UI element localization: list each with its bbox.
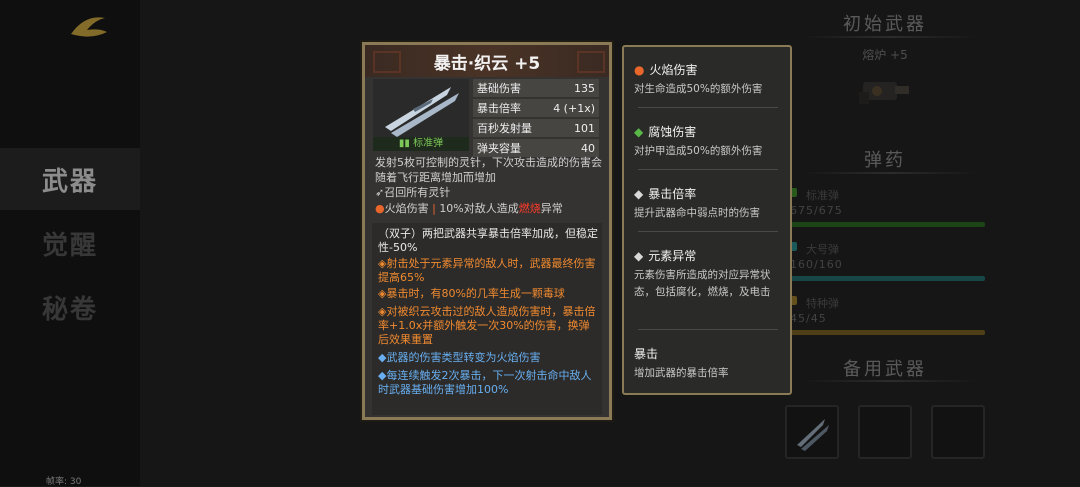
keyword-elemental-status: ◆ 元素异常 元素伤害所造成的对应异常状态，包括腐化，燃烧，及电击 — [634, 247, 784, 301]
keyword-fire-damage: ● 火焰伤害 对生命造成50%的额外伤害 — [634, 61, 784, 98]
ammo-type-tag: ▮▮ 标准弹 — [373, 137, 469, 151]
ammo-type-icon: ▮▮ — [398, 138, 414, 149]
diamond-icon: ◆ — [634, 248, 644, 263]
stat-value: 40 — [581, 141, 595, 155]
stat-label: 百秒发射量 — [477, 122, 532, 135]
keyword-text: 对生命造成50%的额外伤害 — [634, 83, 763, 95]
keyword-tooltip: ● 火焰伤害 对生命造成50%的额外伤害 ◆ 腐蚀伤害 对护甲造成50%的额外伤害 … — [622, 45, 792, 395]
recall-icon: ➶ — [375, 186, 385, 199]
fire-effect-text: 10%对敌人造成 — [439, 202, 519, 215]
fire-effect-suffix: 异常 — [540, 202, 563, 215]
effect-item: ◈暴击时，有80%的几率生成一颗毒球 — [378, 287, 565, 300]
keyword-name: 腐蚀伤害 — [648, 125, 697, 139]
keyword-corrosion-damage: ◆ 腐蚀伤害 对护甲造成50%的额外伤害 — [634, 123, 784, 160]
stat-label: 暴击倍率 — [477, 102, 521, 115]
stat-row: 基础伤害 135 — [473, 79, 599, 97]
weapon-description: 发射5枚可控制的灵针，下次攻击造成的伤害会随着飞行距离增加而增加 — [375, 156, 602, 184]
effects-list: （双子）两把武器共享暴击倍率加成，但稳定性-50% ◈射击处于元素异常的敌人时，… — [372, 223, 602, 415]
ammo-type-label: 标准弹 — [413, 138, 444, 149]
keyword-text: 提升武器命中弱点时的伤害 — [634, 207, 760, 219]
stat-row: 百秒发射量 101 — [473, 119, 599, 137]
diamond-icon: ◆ — [634, 186, 644, 201]
effect-item: ◈射击处于元素异常的敌人时，武器最终伤害提高65% — [378, 257, 596, 284]
divider — [638, 107, 778, 108]
divider — [638, 231, 778, 232]
weapon-stats: 基础伤害 135 暴击倍率 4 (+1x) 百秒发射量 101 弹夹容量 40 — [473, 79, 599, 159]
fire-icon: ● — [634, 62, 645, 77]
keyword-name: 火焰伤害 — [649, 63, 698, 77]
divider — [638, 169, 778, 170]
keyword-text: 对护甲造成50%的额外伤害 — [634, 145, 763, 157]
stat-value: 101 — [574, 121, 595, 135]
fire-effect-name: 火焰伤害 — [384, 202, 429, 215]
burn-highlight: 燃烧 — [518, 202, 541, 215]
keyword-name: 暴击倍率 — [648, 187, 697, 201]
stat-label: 弹夹容量 — [477, 142, 521, 155]
keyword-name: 元素异常 — [648, 249, 697, 263]
corrosion-icon: ◆ — [634, 124, 644, 139]
effect-item: （双子）两把武器共享暴击倍率加成，但稳定性-50% — [378, 227, 598, 254]
fire-icon: ● — [375, 202, 385, 215]
stat-value: 135 — [574, 81, 595, 95]
stat-value: 4 (+1x) — [553, 101, 595, 115]
weapon-detail-popup: 暴击·织云 +5 ▮▮ 标准弹 基础伤害 135 暴击倍率 4 (+1x) 百秒发射… — [362, 42, 612, 420]
effect-item: ◆武器的伤害类型转变为火焰伤害 — [378, 351, 541, 364]
stat-label: 基础伤害 — [477, 82, 521, 95]
recall-text: 召回所有灵针 — [384, 186, 451, 199]
needle-weapon-icon — [385, 87, 459, 137]
stat-row: 暴击倍率 4 (+1x) — [473, 99, 599, 117]
popup-header: 暴击·织云 +5 — [365, 45, 609, 77]
divider — [638, 329, 778, 330]
recall-line: ➶召回所有灵针 — [375, 185, 603, 200]
effect-item: ◆每连续触发2次暴击，下一次射击命中敌人时武器基础伤害增加100% — [378, 369, 592, 396]
keyword-crit-multiplier: ◆ 暴击倍率 提升武器命中弱点时的伤害 — [634, 185, 784, 222]
keyword-crit: 暴击 增加武器的暴击倍率 — [634, 345, 784, 382]
fire-effect-line: ●火焰伤害 | 10%对敌人造成燃烧异常 — [375, 201, 603, 216]
weapon-title: 暴击·织云 +5 — [433, 54, 541, 74]
effect-item: ◈对被织云攻击过的敌人造成伤害时，暴击倍率+1.0x并额外触发一次30%的伤害，… — [378, 305, 596, 346]
keyword-text: 元素伤害所造成的对应异常状态，包括腐化，燃烧，及电击 — [634, 269, 771, 298]
keyword-name: 暴击 — [634, 347, 659, 361]
keyword-text: 增加武器的暴击倍率 — [634, 367, 729, 379]
